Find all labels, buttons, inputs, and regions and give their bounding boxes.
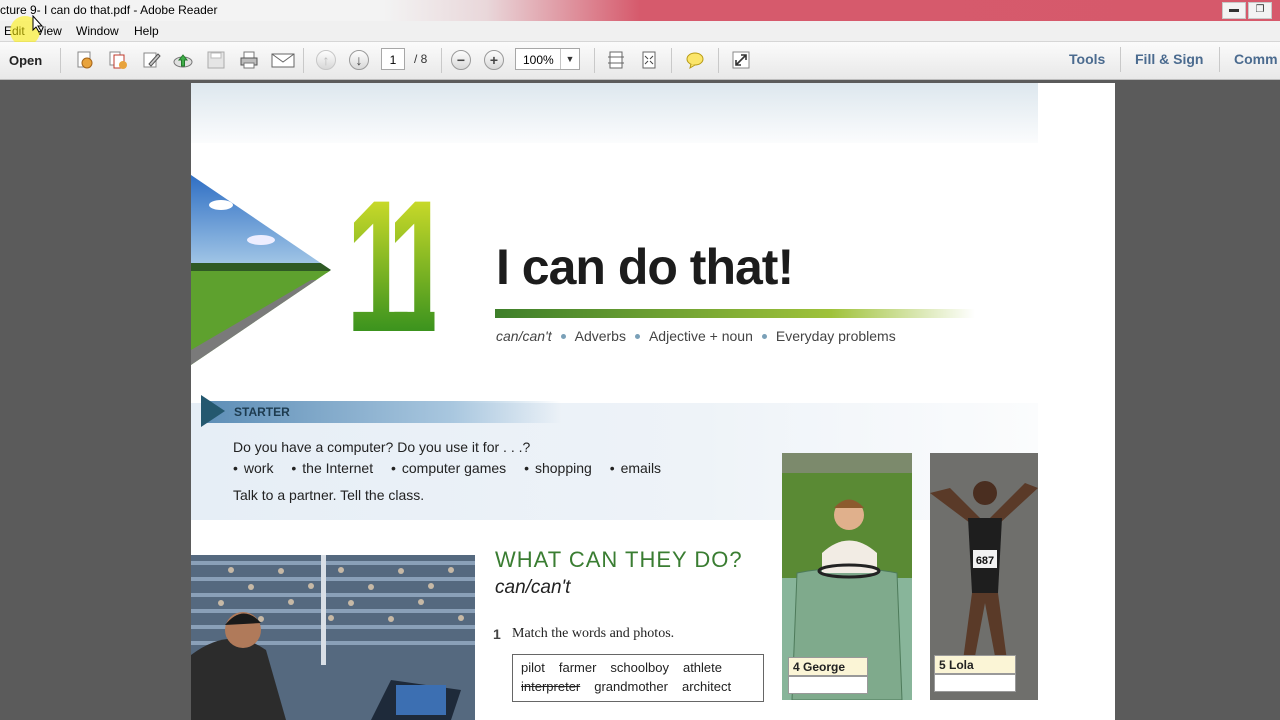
section-title: WHAT CAN THEY DO? [495, 547, 743, 572]
george-caption: 4 George [788, 657, 868, 676]
restore-icon[interactable]: ❐ [1248, 2, 1272, 19]
lola-photo: 687 5 Lola [930, 453, 1038, 700]
race-bib-number: 687 [976, 555, 994, 567]
george-answer-box [788, 676, 868, 694]
topic-item: Everyday problems [775, 328, 896, 344]
menu-window[interactable]: Window [76, 24, 119, 38]
starter-items: • work • the Internet • computer games • sho… [233, 460, 662, 476]
zoom-value[interactable]: 100% [523, 53, 554, 67]
word-row: interpreter grandmother architect [521, 679, 745, 694]
chevron-down-icon[interactable]: ▼ [560, 49, 579, 69]
open-button[interactable]: Open [9, 53, 42, 68]
combine-files-icon[interactable] [108, 50, 128, 70]
document-page: 11 I can do that! can/can't Adverbs Adject… [191, 83, 1115, 720]
section-subtitle: can/can't [495, 577, 571, 598]
word-row: pilot farmer schoolboy athlete [521, 660, 736, 675]
unit-number: 11 [346, 161, 452, 371]
word: farmer [558, 660, 597, 675]
email-icon[interactable] [271, 50, 295, 70]
title-underline [495, 309, 975, 318]
list-item: emails [620, 460, 662, 476]
toolbar-separator [671, 48, 672, 73]
menu-bar: Edit View Window Help [0, 21, 1280, 42]
word-box: pilot farmer schoolboy athlete interpreter g… [512, 654, 764, 702]
page-margin [1038, 83, 1115, 720]
word: interpreter [521, 679, 581, 694]
list-item: computer games [401, 460, 507, 476]
mouse-pointer-icon [32, 15, 44, 33]
topic-item: Adverbs [574, 328, 626, 344]
word: athlete [682, 660, 723, 675]
window-controls: ▬ ❐ [1222, 2, 1272, 19]
tools-link[interactable]: Tools [1069, 51, 1105, 67]
starter-arrow-icon [201, 395, 225, 427]
word: grandmother [594, 679, 668, 694]
lola-caption: 5 Lola [934, 655, 1016, 674]
topic-item: can/can't [496, 328, 552, 344]
fill-sign-link[interactable]: Fill & Sign [1135, 51, 1203, 67]
page-total: / 8 [414, 52, 428, 66]
comment-icon[interactable] [685, 50, 705, 70]
starter-question: Do you have a computer? Do you use it fo… [233, 439, 531, 455]
save-icon[interactable] [206, 50, 226, 70]
fit-width-icon[interactable] [639, 50, 659, 70]
page-header-band [191, 83, 1038, 143]
interpreter-photo [191, 555, 475, 720]
fit-page-icon[interactable] [606, 50, 626, 70]
list-item: shopping [534, 460, 592, 476]
create-pdf-icon[interactable] [75, 50, 95, 70]
print-icon[interactable] [239, 50, 259, 70]
topic-item: Adjective + noun [648, 328, 753, 344]
george-photo: 4 George [782, 453, 912, 700]
unit-title: I can do that! [496, 239, 794, 295]
list-item: work [243, 460, 274, 476]
landscape-photo [191, 175, 331, 365]
menu-help[interactable]: Help [134, 24, 159, 38]
toolbar-separator [594, 48, 595, 73]
exercise-number: 1 [493, 626, 501, 642]
lola-answer-box [934, 674, 1016, 692]
zoom-select[interactable]: 100% ▼ [515, 48, 580, 70]
fullscreen-icon[interactable] [731, 50, 751, 70]
toolbar-separator [303, 48, 304, 73]
zoom-out-icon[interactable]: − [451, 50, 471, 70]
word: pilot [521, 660, 545, 675]
title-bar: cture 9- I can do that.pdf - Adobe Reade… [0, 0, 1280, 21]
next-page-icon[interactable]: ↓ [349, 50, 369, 70]
word: schoolboy [610, 660, 669, 675]
prev-page-icon[interactable]: ↑ [316, 50, 336, 70]
starter-instruction: Talk to a partner. Tell the class. [233, 487, 425, 503]
toolbar-separator [60, 48, 61, 73]
edit-icon[interactable] [141, 50, 161, 70]
list-item: the Internet [302, 460, 374, 476]
starter-label: STARTER [234, 405, 290, 419]
zoom-in-icon[interactable]: + [484, 50, 504, 70]
comment-link[interactable]: Comm [1234, 51, 1278, 67]
unit-topics: can/can't Adverbs Adjective + noun Everyday… [496, 328, 896, 344]
toolbar-separator [718, 48, 719, 73]
page-number-input[interactable]: 1 [381, 48, 405, 70]
toolbar-separator [1219, 47, 1220, 72]
minimize-icon[interactable]: ▬ [1222, 2, 1246, 19]
toolbar-separator [1120, 47, 1121, 72]
word: architect [681, 679, 732, 694]
toolbar-separator [441, 48, 442, 73]
exercise-text: Match the words and photos. [512, 626, 675, 641]
upload-cloud-icon[interactable] [173, 50, 193, 70]
